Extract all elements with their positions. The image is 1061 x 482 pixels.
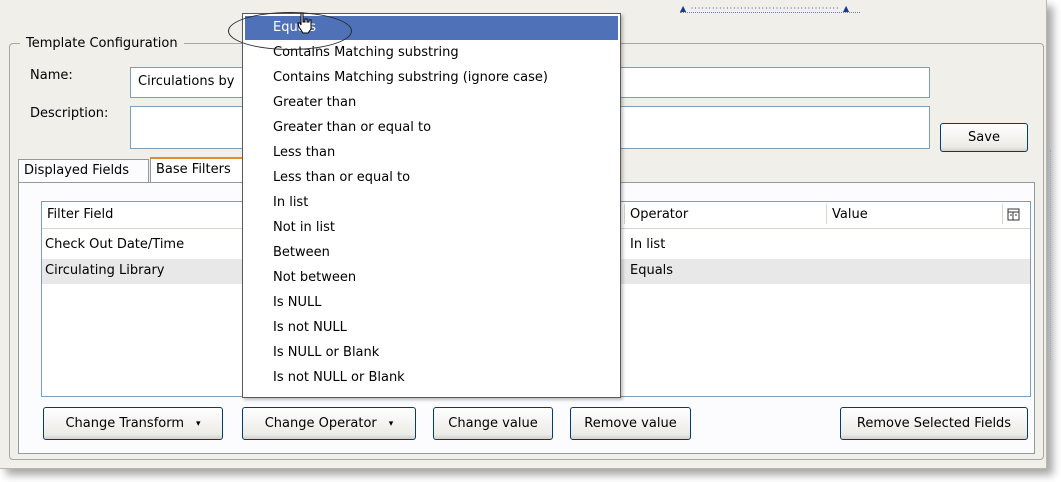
- menu-item-contains-ignore-case[interactable]: Contains Matching substring (ignore case…: [245, 66, 618, 90]
- menu-item-not-in-list[interactable]: Not in list: [245, 216, 618, 240]
- template-configuration-legend: Template Configuration: [20, 36, 184, 51]
- chevron-down-icon: ▾: [196, 418, 201, 429]
- tab-base-filters-label: Base Filters: [156, 162, 231, 177]
- tab-displayed-fields-label: Displayed Fields: [24, 163, 130, 178]
- hand-pointer-icon: [297, 12, 312, 34]
- menu-item-less-than[interactable]: Less than: [245, 141, 618, 165]
- menu-item-is-not-null[interactable]: Is not NULL: [245, 316, 618, 340]
- column-header-filter-field[interactable]: Filter Field: [47, 207, 113, 222]
- name-input-value: Circulations by: [138, 74, 235, 89]
- save-button-label: Save: [968, 130, 1000, 145]
- tab-displayed-fields[interactable]: Displayed Fields: [18, 159, 149, 182]
- cell-filter-field: Circulating Library: [45, 263, 165, 278]
- menu-item-contains[interactable]: Contains Matching substring: [245, 41, 618, 65]
- menu-item-less-than-or-equal[interactable]: Less than or equal to: [245, 166, 618, 190]
- column-picker-icon[interactable]: [1007, 208, 1021, 222]
- column-separator[interactable]: [1002, 204, 1003, 224]
- menu-item-greater-than-or-equal[interactable]: Greater than or equal to: [245, 116, 618, 140]
- cell-filter-field: Check Out Date/Time: [45, 237, 185, 252]
- cell-operator: In list: [630, 237, 666, 252]
- menu-item-not-between[interactable]: Not between: [245, 266, 618, 290]
- column-header-value[interactable]: Value: [832, 207, 868, 222]
- menu-item-greater-than[interactable]: Greater than: [245, 91, 618, 115]
- splitter-handle[interactable]: ▲ ······································…: [680, 4, 860, 13]
- change-operator-button[interactable]: Change Operator ▾: [242, 407, 416, 440]
- column-separator[interactable]: [624, 204, 625, 224]
- name-label: Name:: [30, 68, 73, 83]
- menu-item-is-not-null-or-blank[interactable]: Is not NULL or Blank: [245, 366, 618, 390]
- splitter-handle-right[interactable]: [1050, 150, 1061, 360]
- change-value-label: Change value: [448, 416, 538, 431]
- remove-value-button[interactable]: Remove value: [570, 407, 691, 440]
- description-label: Description:: [30, 106, 109, 121]
- change-transform-button[interactable]: Change Transform ▾: [43, 407, 223, 440]
- menu-item-is-null[interactable]: Is NULL: [245, 291, 618, 315]
- remove-value-label: Remove value: [584, 416, 677, 431]
- menu-item-in-list[interactable]: In list: [245, 191, 618, 215]
- menu-item-between[interactable]: Between: [245, 241, 618, 265]
- remove-selected-fields-button[interactable]: Remove Selected Fields: [840, 407, 1028, 440]
- menu-item-is-null-or-blank[interactable]: Is NULL or Blank: [245, 341, 618, 365]
- cell-operator: Equals: [630, 263, 674, 278]
- chevron-down-icon: ▾: [388, 418, 394, 429]
- change-operator-label: Change Operator: [264, 416, 377, 431]
- operator-dropdown-menu: Equals Contains Matching substring Conta…: [242, 13, 621, 398]
- change-transform-label: Change Transform: [65, 416, 185, 431]
- tab-base-filters[interactable]: Base Filters: [150, 157, 245, 183]
- column-header-operator[interactable]: Operator: [630, 207, 688, 222]
- save-button[interactable]: Save: [940, 123, 1028, 152]
- column-separator[interactable]: [826, 204, 827, 224]
- change-value-button[interactable]: Change value: [433, 407, 553, 440]
- remove-selected-fields-label: Remove Selected Fields: [856, 416, 1012, 431]
